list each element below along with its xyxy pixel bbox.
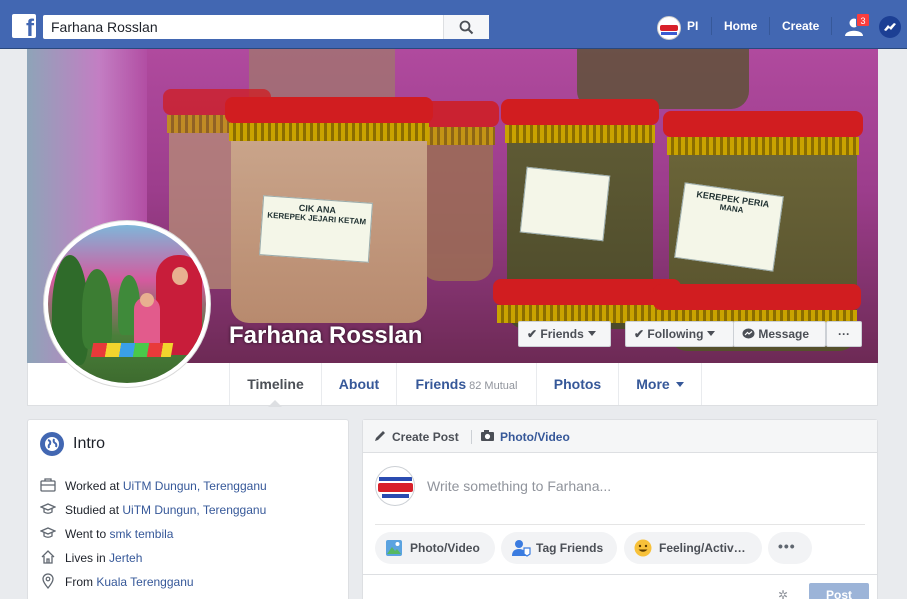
pill-label: Photo/Video bbox=[410, 541, 480, 555]
tag-friends-icon bbox=[512, 540, 531, 557]
search-box bbox=[43, 15, 489, 39]
globe-icon bbox=[40, 432, 64, 456]
tab-label: Photos bbox=[553, 376, 602, 392]
intro-item-prefix: Worked at bbox=[65, 479, 123, 493]
tab-friends[interactable]: Friends 82 Mutual bbox=[396, 363, 536, 405]
tab-label: About bbox=[338, 376, 380, 392]
friends-button[interactable]: ✔ Friends bbox=[518, 321, 611, 347]
facebook-logo-icon[interactable]: f bbox=[12, 14, 36, 38]
chevron-down-icon bbox=[675, 382, 684, 387]
check-icon: ✔ bbox=[634, 327, 645, 341]
profile-name[interactable]: Farhana Rosslan bbox=[229, 322, 422, 350]
more-dots-icon: ··· bbox=[838, 327, 850, 341]
pencil-icon bbox=[375, 431, 385, 441]
intro-item-link[interactable]: smk tembila bbox=[109, 527, 173, 541]
following-button[interactable]: ✔ Following bbox=[625, 321, 734, 347]
top-navigation-bar: f PI Home Create 3 bbox=[0, 0, 907, 49]
search-button[interactable] bbox=[443, 15, 489, 39]
home-icon bbox=[41, 550, 55, 564]
jar-label bbox=[519, 166, 611, 242]
message-button-label: Message bbox=[758, 327, 810, 341]
jar-label: CIK ANA KEREPEK JEJARI KETAM bbox=[259, 195, 373, 263]
chevron-down-icon bbox=[707, 331, 716, 336]
graduation-cap-icon bbox=[40, 527, 56, 538]
search-input[interactable] bbox=[43, 15, 443, 39]
messenger-icon bbox=[742, 328, 755, 339]
composer-header: Create Post Photo/Video bbox=[363, 420, 877, 453]
jar-label: KEREPEK PERIA MANA bbox=[674, 182, 784, 272]
post-text-input[interactable] bbox=[427, 476, 867, 496]
home-link[interactable]: Home bbox=[724, 19, 757, 33]
post-composer: Create Post Photo/Video Photo/Video bbox=[362, 419, 878, 599]
messenger-button[interactable] bbox=[879, 16, 901, 38]
intro-item-link[interactable]: UiTM Dungun, Terengganu bbox=[123, 479, 267, 493]
tab-about[interactable]: About bbox=[321, 363, 396, 405]
nav-divider bbox=[769, 17, 770, 35]
create-link[interactable]: Create bbox=[782, 19, 819, 33]
tab-label: Timeline bbox=[247, 376, 304, 392]
tab-more[interactable]: More bbox=[618, 363, 702, 405]
intro-item-link[interactable]: UiTM Dungun, Terengganu bbox=[122, 503, 266, 517]
gear-icon[interactable]: ✲ bbox=[778, 588, 788, 599]
feeling-activity-pill[interactable]: Feeling/Activ… bbox=[624, 532, 762, 564]
profile-picture-image bbox=[48, 225, 206, 383]
intro-item-prefix: Went to bbox=[65, 527, 110, 541]
chevron-down-icon bbox=[587, 331, 596, 336]
following-button-label: Following bbox=[647, 327, 704, 341]
message-button[interactable]: Message bbox=[733, 321, 826, 347]
tag-friends-pill[interactable]: Tag Friends bbox=[501, 532, 617, 564]
photo-video-pill[interactable]: Photo/Video bbox=[375, 532, 495, 564]
nav-divider bbox=[831, 17, 832, 35]
emoji-icon bbox=[634, 539, 652, 557]
intro-card: Intro Worked at UiTM Dungun, Terengganu … bbox=[27, 419, 349, 599]
user-avatar[interactable] bbox=[657, 16, 681, 40]
intro-item-prefix: Studied at bbox=[65, 503, 123, 517]
intro-item-link[interactable]: Jerteh bbox=[109, 551, 142, 565]
tab-label: Friends bbox=[415, 376, 467, 392]
tab-photos[interactable]: Photos bbox=[536, 363, 618, 405]
composer-divider bbox=[375, 524, 865, 525]
intro-item-prefix: Lives in bbox=[65, 551, 110, 565]
pill-label: Tag Friends bbox=[536, 541, 604, 555]
more-dots-icon: ••• bbox=[778, 538, 796, 554]
post-button[interactable]: Post bbox=[809, 583, 869, 599]
check-icon: ✔ bbox=[527, 327, 538, 341]
messenger-icon bbox=[884, 23, 896, 31]
cover-jar bbox=[415, 101, 499, 281]
more-actions-button[interactable]: ··· bbox=[826, 321, 862, 347]
nav-divider bbox=[711, 17, 712, 35]
briefcase-icon bbox=[40, 478, 56, 492]
user-name-link[interactable]: PI bbox=[687, 19, 698, 33]
pill-label: Feeling/Activ… bbox=[659, 541, 746, 555]
composer-footer: ✲ Post bbox=[363, 574, 877, 599]
tab-label: More bbox=[636, 376, 670, 392]
profile-picture[interactable] bbox=[43, 220, 211, 388]
mutual-friends-count: 82 Mutual bbox=[469, 380, 518, 392]
search-icon bbox=[459, 20, 474, 35]
intro-item-prefix: From bbox=[65, 575, 97, 589]
photo-icon bbox=[386, 540, 402, 556]
composer-avatar[interactable] bbox=[375, 466, 415, 506]
location-pin-icon bbox=[42, 573, 54, 589]
graduation-cap-icon bbox=[40, 503, 56, 514]
active-tab-indicator bbox=[268, 400, 282, 407]
tab-timeline[interactable]: Timeline bbox=[229, 363, 321, 405]
more-options-pill[interactable]: ••• bbox=[768, 532, 812, 564]
camera-icon bbox=[481, 430, 494, 441]
friend-requests-badge: 3 bbox=[856, 13, 870, 27]
friends-button-label: Friends bbox=[540, 327, 584, 341]
intro-item-link[interactable]: Kuala Terengganu bbox=[96, 575, 193, 589]
intro-title: Intro bbox=[73, 435, 106, 452]
create-post-label: Create Post bbox=[392, 430, 459, 444]
photo-video-label: Photo/Video bbox=[500, 430, 570, 444]
composer-header-divider bbox=[471, 430, 472, 444]
